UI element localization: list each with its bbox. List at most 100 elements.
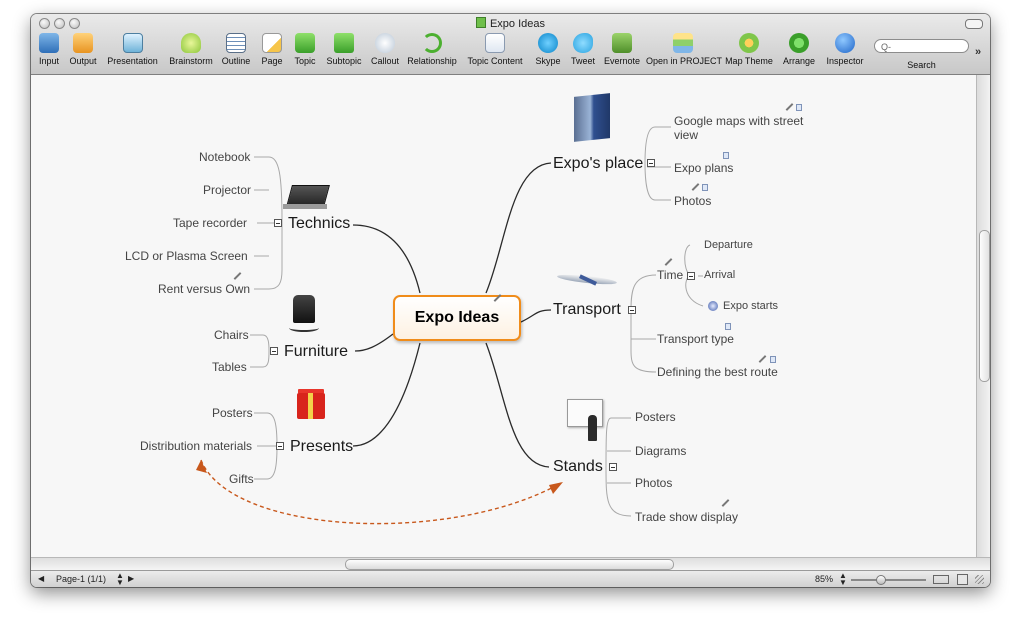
subtopic-posters-left[interactable]: Posters bbox=[212, 406, 253, 420]
presentation-icon bbox=[122, 33, 143, 53]
page-indicator: Page-1 (1/1) bbox=[56, 574, 107, 584]
subtopic-diagrams[interactable]: Diagrams bbox=[635, 444, 686, 458]
window-title: Expo Ideas bbox=[31, 17, 990, 30]
subtopic-photos-stands[interactable]: Photos bbox=[635, 476, 672, 490]
document-icon bbox=[475, 17, 486, 28]
zoom-stepper[interactable]: ▲ ▼ bbox=[839, 572, 847, 587]
toolbar-subtopic-button[interactable]: Subtopic bbox=[324, 33, 364, 71]
arrange-icon bbox=[789, 33, 809, 53]
collapse-furniture-button[interactable] bbox=[270, 347, 278, 355]
note-icon bbox=[723, 152, 729, 159]
previous-page-button[interactable]: ◀ bbox=[38, 574, 44, 583]
toolbar-arrange-button[interactable]: Arrange bbox=[780, 33, 818, 71]
search-label: Search bbox=[907, 60, 936, 70]
toolbar-tweet-button[interactable]: Tweet bbox=[568, 33, 598, 71]
note-icon bbox=[702, 184, 708, 191]
fit-map-icon[interactable] bbox=[933, 575, 949, 584]
toolbar-inspector-button[interactable]: Inspector bbox=[823, 33, 867, 71]
titlebar: Expo Ideas Input Output Presentation Bra… bbox=[31, 14, 990, 75]
toolbar-page-button[interactable]: Page bbox=[257, 33, 287, 71]
subtopic-photos-place[interactable]: Photos bbox=[674, 194, 711, 208]
topic-expos-place[interactable]: Expo's place bbox=[553, 155, 643, 173]
horizontal-scroll-thumb[interactable] bbox=[345, 559, 674, 570]
subtopic-notebook[interactable]: Notebook bbox=[199, 150, 250, 164]
subtopic-expo-plans[interactable]: Expo plans bbox=[674, 161, 733, 175]
subtopic-expo-starts[interactable]: Expo starts bbox=[723, 300, 778, 313]
next-page-button[interactable]: ▶ bbox=[128, 574, 134, 583]
toolbar-brainstorm-button[interactable]: Brainstorm bbox=[166, 33, 216, 71]
toolbar-map-theme-button[interactable]: Map Theme bbox=[724, 33, 774, 71]
zoom-slider[interactable] bbox=[851, 579, 926, 581]
collapse-technics-button[interactable] bbox=[274, 219, 282, 227]
subtopic-distribution-materials[interactable]: Distribution materials bbox=[140, 439, 252, 453]
inspector-icon bbox=[835, 33, 855, 53]
input-icon bbox=[39, 33, 59, 53]
toolbar-topic-content-button[interactable]: Topic Content bbox=[465, 33, 525, 71]
resize-grip-icon[interactable] bbox=[975, 575, 984, 584]
subtopic-google-maps[interactable]: Google maps with street bbox=[674, 114, 803, 128]
subtopic-tables[interactable]: Tables bbox=[212, 360, 247, 374]
project-icon bbox=[673, 33, 693, 53]
subtopic-transport-type[interactable]: Transport type bbox=[657, 332, 734, 346]
toolbar-overflow-button[interactable]: » bbox=[975, 46, 981, 58]
toolbar-topic-button[interactable]: Topic bbox=[290, 33, 320, 71]
app-window: Expo Ideas Input Output Presentation Bra… bbox=[31, 14, 990, 587]
relationship-icon bbox=[422, 33, 442, 53]
subtopic-posters-right[interactable]: Posters bbox=[635, 410, 676, 424]
page-icon bbox=[262, 33, 282, 53]
collapse-presents-button[interactable] bbox=[276, 442, 284, 450]
toolbar-evernote-button[interactable]: Evernote bbox=[602, 33, 642, 71]
note-icon bbox=[725, 323, 731, 330]
collapse-transport-button[interactable] bbox=[628, 306, 636, 314]
topic-presents[interactable]: Presents bbox=[290, 438, 353, 456]
subtopic-best-route[interactable]: Defining the best route bbox=[657, 365, 778, 379]
gift-icon bbox=[297, 393, 325, 419]
page-stepper[interactable]: ▲ ▼ bbox=[116, 572, 124, 587]
subtopic-rent-versus-own[interactable]: Rent versus Own bbox=[158, 282, 250, 296]
toolbar-toggle-button[interactable] bbox=[965, 19, 983, 29]
subtopic-projector[interactable]: Projector bbox=[203, 183, 251, 197]
topic-transport[interactable]: Transport bbox=[553, 301, 621, 319]
subtopic-time[interactable]: Time bbox=[657, 268, 683, 282]
central-topic[interactable]: Expo Ideas bbox=[393, 295, 521, 341]
vertical-scrollbar[interactable] bbox=[976, 75, 990, 557]
actual-size-icon[interactable] bbox=[957, 574, 968, 585]
toolbar-open-in-project-button[interactable]: Open in PROJECT bbox=[646, 33, 722, 71]
zoom-slider-knob[interactable] bbox=[876, 575, 886, 585]
building-icon bbox=[574, 93, 610, 142]
subtopic-chairs[interactable]: Chairs bbox=[214, 328, 249, 342]
chair-base-icon bbox=[289, 324, 319, 332]
presenter-icon bbox=[588, 415, 597, 441]
subtopic-arrival[interactable]: Arrival bbox=[704, 269, 735, 282]
clock-icon bbox=[708, 301, 718, 311]
toolbar-callout-button[interactable]: Callout bbox=[368, 33, 402, 71]
toolbar-presentation-button[interactable]: Presentation bbox=[104, 33, 161, 71]
collapse-time-button[interactable] bbox=[687, 272, 695, 280]
toolbar-output-button[interactable]: Output bbox=[66, 33, 100, 71]
vertical-scroll-thumb[interactable] bbox=[979, 230, 990, 382]
collapse-stands-button[interactable] bbox=[609, 463, 617, 471]
topic-content-icon bbox=[485, 33, 505, 53]
toolbar-input-button[interactable]: Input bbox=[35, 33, 63, 71]
subtopic-trade-show-display[interactable]: Trade show display bbox=[635, 510, 738, 524]
topic-icon bbox=[295, 33, 315, 53]
topic-stands[interactable]: Stands bbox=[553, 458, 603, 476]
zoom-level: 85% bbox=[815, 574, 834, 584]
toolbar-relationship-button[interactable]: Relationship bbox=[405, 33, 459, 71]
topic-technics[interactable]: Technics bbox=[288, 215, 350, 233]
subtopic-tape-recorder[interactable]: Tape recorder bbox=[173, 216, 247, 230]
toolbar-skype-button[interactable]: Skype bbox=[531, 33, 565, 71]
horizontal-scrollbar[interactable] bbox=[31, 557, 990, 570]
callout-icon bbox=[375, 33, 395, 53]
search-input[interactable]: Q- bbox=[874, 39, 969, 53]
subtopic-departure[interactable]: Departure bbox=[704, 239, 753, 252]
collapse-expos-place-button[interactable] bbox=[647, 159, 655, 167]
toolbar-outline-button[interactable]: Outline bbox=[219, 33, 253, 71]
mind-map-canvas[interactable]: Expo Ideas Technics Notebook Projector T… bbox=[31, 75, 976, 557]
subtopic-lcd-screen[interactable]: LCD or Plasma Screen bbox=[125, 249, 248, 263]
note-icon bbox=[770, 356, 776, 363]
subtopic-google-maps-line2: view bbox=[674, 128, 699, 142]
subtopic-gifts[interactable]: Gifts bbox=[229, 472, 254, 486]
topic-furniture[interactable]: Furniture bbox=[284, 343, 348, 361]
map-theme-icon bbox=[739, 33, 759, 53]
